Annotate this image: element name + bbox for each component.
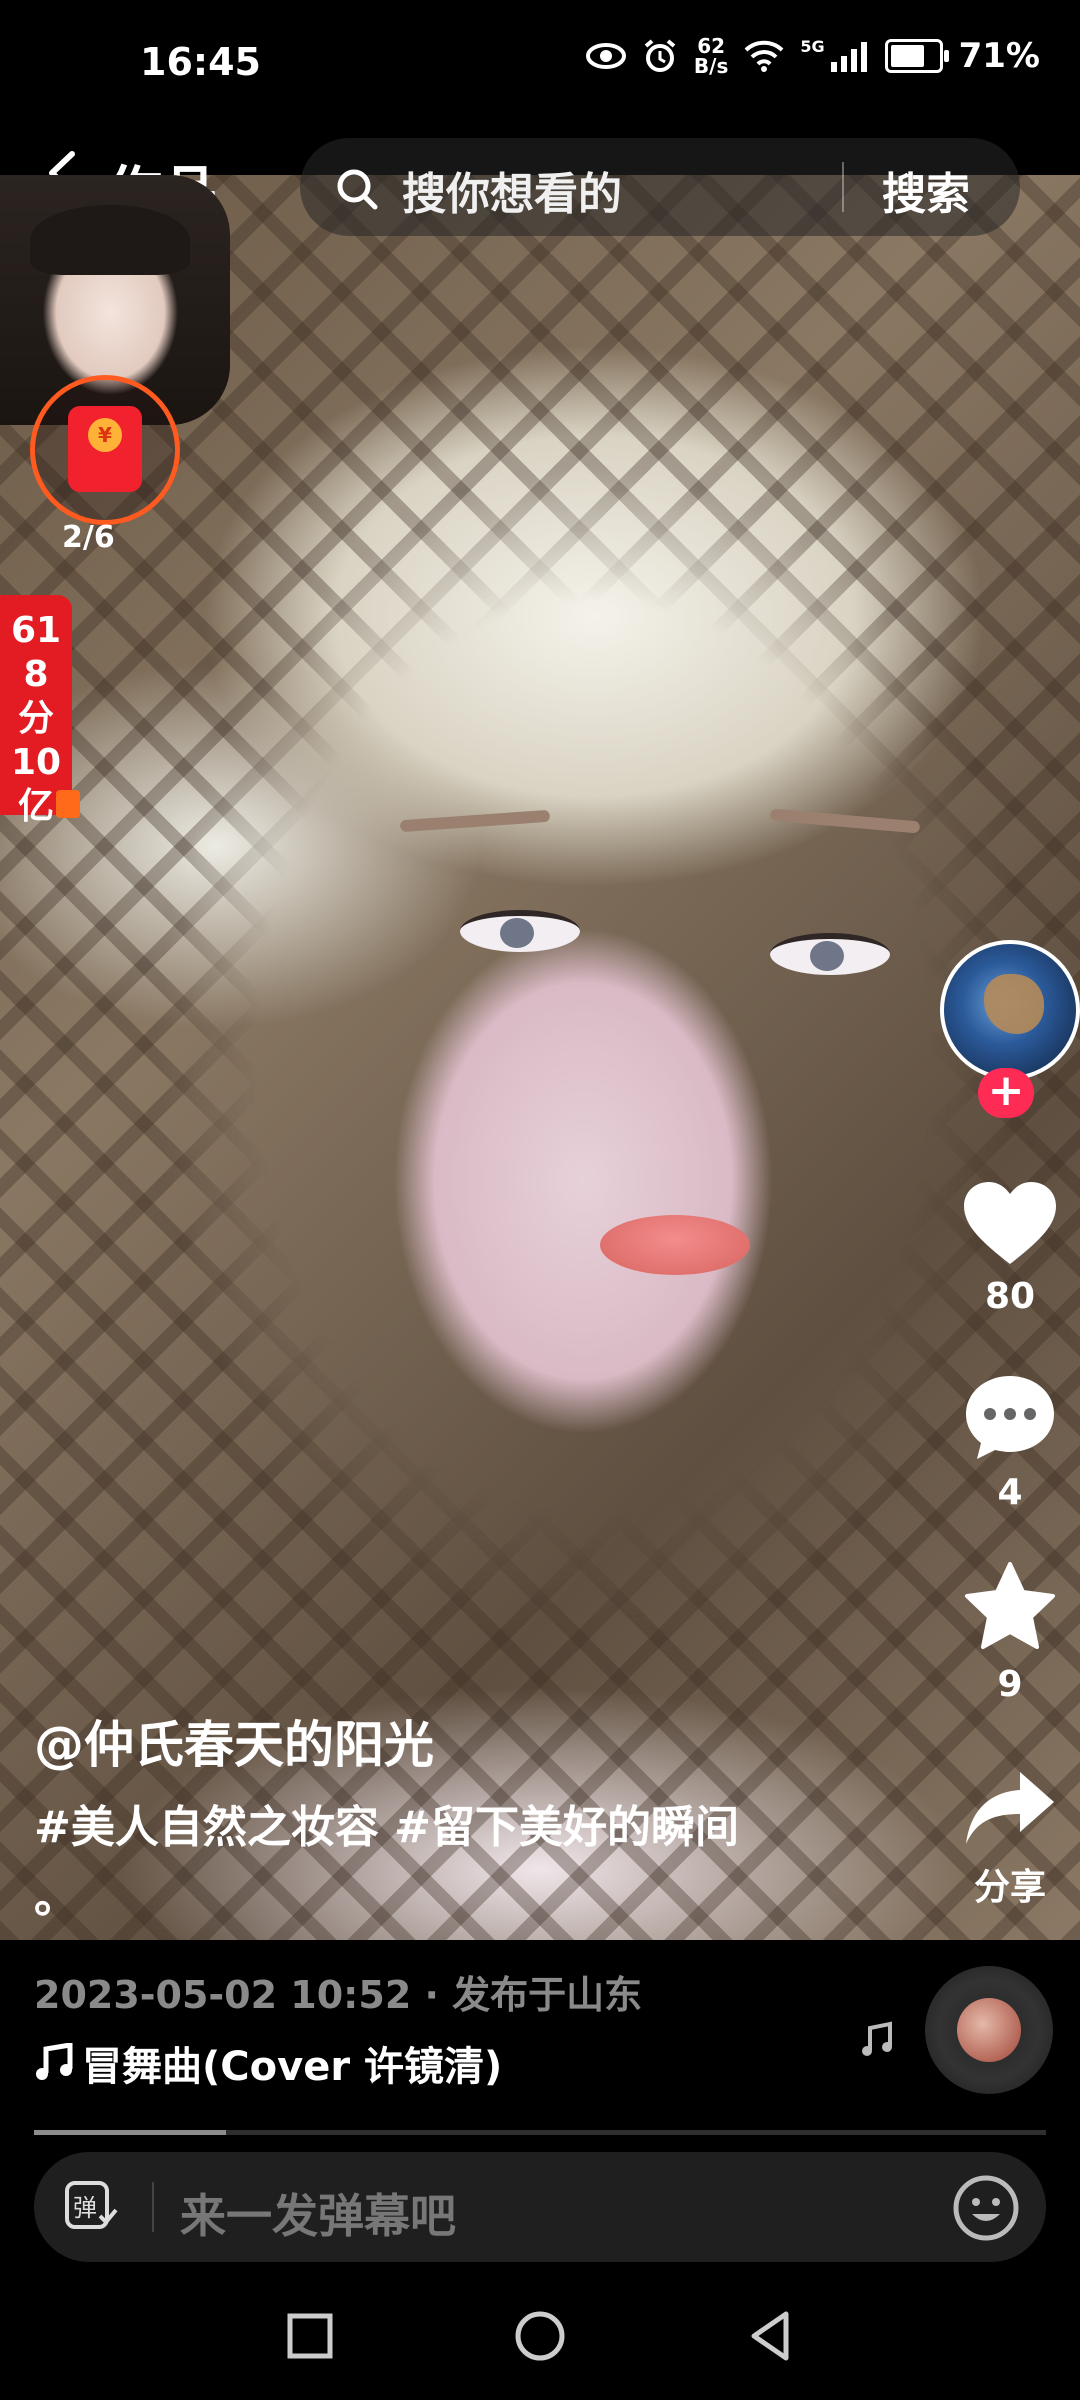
music-disc-cover bbox=[957, 1998, 1021, 2062]
heart-icon bbox=[964, 1182, 1056, 1264]
share-button[interactable]: 分享 bbox=[940, 1768, 1080, 1910]
search-input[interactable]: 搜你想看的 搜索 bbox=[300, 138, 1020, 236]
comment-count: 4 bbox=[997, 1472, 1023, 1513]
danmu-placeholder: 来一发弹幕吧 bbox=[180, 2189, 456, 2243]
nav-circle-icon[interactable] bbox=[510, 2306, 570, 2366]
action-rail: + 80 4 9 分享 bbox=[940, 940, 1080, 1908]
video-progress-fill bbox=[34, 2130, 227, 2135]
nav-square-icon[interactable] bbox=[280, 2306, 340, 2366]
promo-red-envelope-icon bbox=[56, 790, 80, 818]
danmu-icon-label: 弹 bbox=[73, 2194, 97, 2222]
network-type: 5G bbox=[800, 36, 825, 56]
music-title: 冒舞曲(Cover 许镜清) bbox=[82, 2044, 503, 2090]
music-info[interactable]: 冒舞曲(Cover 许镜清) bbox=[34, 2034, 502, 2092]
battery-percent: 71% bbox=[958, 36, 1040, 76]
eye-icon bbox=[585, 43, 626, 69]
author-handle[interactable]: @仲氏春天的阳光 bbox=[34, 1705, 794, 1777]
search-icon bbox=[337, 169, 378, 210]
status-icons: 62 B/s 5G 71% bbox=[585, 36, 1040, 76]
music-note-icon bbox=[36, 2043, 73, 2080]
video-progress-bar[interactable] bbox=[34, 2130, 1046, 2135]
nav-triangle-icon[interactable] bbox=[740, 2306, 800, 2366]
red-packet-button[interactable]: ¥ bbox=[30, 375, 180, 525]
favorite-count: 9 bbox=[997, 1664, 1023, 1705]
like-count: 80 bbox=[984, 1276, 1036, 1317]
coin-icon: ¥ bbox=[88, 418, 122, 452]
status-time: 16:45 bbox=[140, 40, 261, 84]
red-envelope-icon: ¥ bbox=[68, 406, 142, 492]
favorite-button[interactable]: 9 bbox=[940, 1562, 1080, 1705]
music-disc[interactable] bbox=[925, 1966, 1053, 2094]
status-bar: 16:45 62 B/s 5G 71% bbox=[0, 0, 1080, 130]
video-description[interactable]: #美人自然之妆容 #留下美好的瞬间 。 bbox=[34, 1793, 794, 1933]
emoji-icon[interactable] bbox=[952, 2174, 1020, 2242]
face-lips bbox=[600, 1215, 750, 1275]
star-icon bbox=[965, 1562, 1055, 1649]
net-speed: 62 B/s bbox=[694, 36, 728, 76]
floating-music-note-icon bbox=[862, 2021, 892, 2056]
net-speed-value: 62 bbox=[697, 34, 726, 58]
publish-info: 2023-05-02 10:52 · 发布于山东 bbox=[34, 1973, 643, 2017]
creator-avatar[interactable] bbox=[940, 940, 1080, 1080]
video-caption: @仲氏春天的阳光 #美人自然之妆容 #留下美好的瞬间 。 bbox=[34, 1705, 794, 1933]
search-divider bbox=[842, 162, 844, 212]
face-eye-right bbox=[770, 933, 890, 975]
search-button[interactable]: 搜索 bbox=[882, 158, 970, 222]
share-icon bbox=[966, 1772, 1054, 1844]
danmu-icon[interactable]: 弹 bbox=[64, 2180, 118, 2232]
net-speed-unit: B/s bbox=[693, 54, 729, 78]
search-placeholder: 搜你想看的 bbox=[402, 169, 622, 220]
comment-button[interactable]: 4 bbox=[940, 1372, 1080, 1513]
battery-fill bbox=[890, 45, 924, 67]
face-eye-left bbox=[460, 910, 580, 952]
alarm-icon bbox=[644, 39, 676, 72]
signal-icon bbox=[830, 42, 867, 72]
danmu-input[interactable]: 弹 来一发弹幕吧 bbox=[34, 2152, 1046, 2262]
video-info-bar: 2023-05-02 10:52 · 发布于山东 冒舞曲(Cover 许镜清) bbox=[0, 1940, 1080, 2135]
wifi-icon bbox=[744, 40, 784, 72]
comment-divider bbox=[152, 2182, 154, 2232]
share-label: 分享 bbox=[973, 1867, 1046, 1908]
follow-button[interactable]: + bbox=[978, 1068, 1034, 1118]
promo-618-badge[interactable]: 618分10亿 bbox=[0, 595, 72, 827]
like-button[interactable]: 80 bbox=[940, 1180, 1080, 1317]
battery-icon bbox=[884, 39, 949, 73]
red-packet-progress: 2/6 bbox=[62, 520, 115, 555]
comment-icon bbox=[966, 1376, 1054, 1459]
system-nav-bar bbox=[0, 2280, 1080, 2400]
